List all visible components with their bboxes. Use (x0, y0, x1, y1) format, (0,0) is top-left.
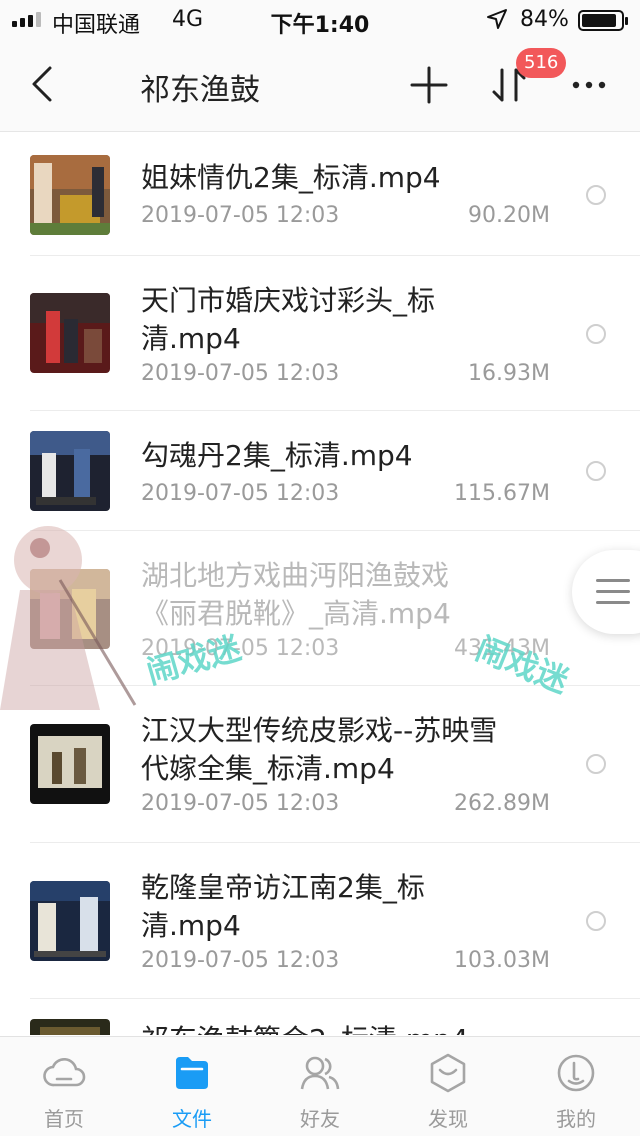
file-name: 勾魂丹2集_标清.mp4 (141, 439, 413, 472)
nav-header: 祁东渔鼓 516 (0, 40, 640, 132)
cloud-icon (43, 1057, 86, 1087)
select-checkbox[interactable] (586, 461, 606, 481)
file-date: 2019-07-05 12:03 (141, 203, 340, 228)
tab-label: 好友 (300, 1107, 340, 1131)
battery-icon (578, 10, 628, 31)
page-title: 祁东渔鼓 (140, 73, 260, 108)
tab-label: 首页 (44, 1107, 84, 1131)
tab-files[interactable]: 文件 (128, 1037, 256, 1136)
select-checkbox[interactable] (586, 754, 606, 774)
back-button[interactable] (24, 62, 64, 106)
file-name: 姐妹情仇2集_标清.mp4 (141, 161, 441, 194)
discover-icon (430, 1053, 466, 1093)
file-name: 天门市婚庆戏讨彩头_标清.mp4 (141, 284, 436, 355)
select-checkbox[interactable] (586, 324, 606, 344)
file-size: 262.89M (454, 791, 550, 816)
select-checkbox[interactable] (586, 911, 606, 931)
tab-label: 我的 (556, 1107, 596, 1131)
file-date: 2019-07-05 12:03 (141, 361, 340, 386)
file-row[interactable]: 姐妹情仇2集_标清.mp4 2019-07-05 12:03 90.20M (0, 133, 640, 256)
file-date: 2019-07-05 12:03 (141, 481, 340, 506)
tab-friends[interactable]: 好友 (256, 1037, 384, 1136)
file-size: 90.20M (468, 203, 550, 228)
more-options-icon[interactable] (564, 60, 614, 110)
video-thumbnail (30, 881, 110, 961)
file-name: 乾隆皇帝访江南2集_标清.mp4 (141, 871, 425, 942)
status-bar: 中国联通 4G 下午1:40 84% (0, 0, 640, 40)
file-size: 103.03M (454, 948, 550, 973)
location-icon (487, 9, 507, 29)
file-row[interactable]: 乾隆皇帝访江南2集_标清.mp4 2019-07-05 12:03 103.03… (0, 843, 640, 999)
friends-icon (300, 1056, 340, 1090)
video-thumbnail (30, 293, 110, 373)
bottom-tab-bar: 首页 文件 好友 发现 我的 (0, 1036, 640, 1136)
watermark-opera-figure (0, 526, 137, 710)
file-date: 2019-07-05 12:03 (141, 948, 340, 973)
add-button[interactable] (404, 60, 454, 110)
folder-icon (176, 1057, 208, 1089)
file-size: 115.67M (454, 481, 550, 506)
notification-badge: 516 (516, 48, 567, 78)
tab-label: 发现 (428, 1107, 468, 1131)
file-row[interactable]: 天门市婚庆戏讨彩头_标清.mp4 2019-07-05 12:03 16.93M (0, 256, 640, 411)
tab-profile[interactable]: 我的 (512, 1037, 640, 1136)
tab-home[interactable]: 首页 (0, 1037, 128, 1136)
file-name: 湖北地方戏曲沔阳渔鼓戏《丽君脱靴》_高清.mp4 (141, 559, 451, 630)
file-size: 16.93M (468, 361, 550, 386)
video-thumbnail (30, 724, 110, 804)
file-date: 2019-07-05 12:03 (141, 791, 340, 816)
select-checkbox[interactable] (586, 185, 606, 205)
tab-label: 文件 (172, 1107, 212, 1131)
file-row[interactable]: 祁东渔鼓箩会2_标清.mp4 (0, 999, 640, 1035)
video-thumbnail (30, 1019, 110, 1035)
profile-icon (557, 1054, 595, 1092)
file-name: 江汉大型传统皮影戏--苏映雪代嫁全集_标清.mp4 (141, 714, 498, 785)
file-name: 祁东渔鼓箩会2_标清.mp4 (141, 1021, 561, 1035)
file-row[interactable]: 勾魂丹2集_标清.mp4 2019-07-05 12:03 115.67M (0, 411, 640, 531)
tab-discover[interactable]: 发现 (384, 1037, 512, 1136)
battery-percent: 84% (520, 7, 569, 32)
video-thumbnail (30, 431, 110, 511)
video-thumbnail (30, 155, 110, 235)
